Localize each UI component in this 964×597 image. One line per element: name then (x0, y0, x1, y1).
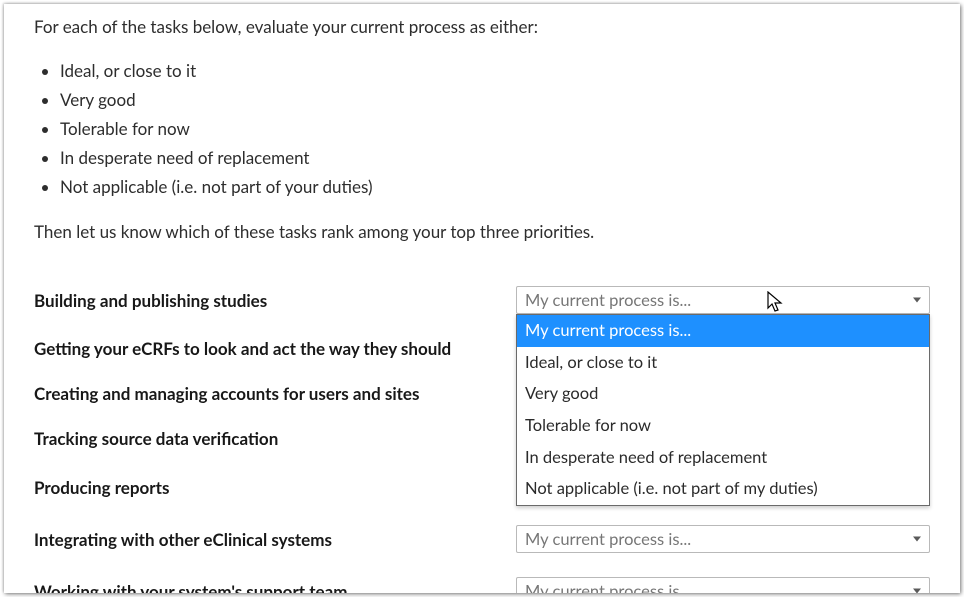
intro-text: For each of the tasks below, evaluate yo… (34, 16, 930, 39)
task-row: Working with your system's support team … (34, 577, 930, 593)
select-value: My current process is... (525, 290, 691, 310)
task-grid: Building and publishing studies My curre… (34, 286, 930, 593)
chevron-down-icon (913, 537, 921, 542)
list-item: Ideal, or close to it (60, 57, 930, 86)
list-item: Tolerable for now (60, 115, 930, 144)
task-row: Building and publishing studies My curre… (34, 286, 930, 314)
chevron-down-icon (913, 589, 921, 593)
task-label: Tracking source data verification (34, 428, 516, 449)
task-label: Producing reports (34, 477, 516, 498)
process-select-dropdown[interactable]: My current process is... Ideal, or close… (516, 314, 930, 505)
list-item: In desperate need of replacement (60, 144, 930, 173)
process-select[interactable]: My current process is... (516, 525, 930, 553)
select-value: My current process is... (525, 581, 691, 593)
dropdown-option[interactable]: In desperate need of replacement (517, 442, 929, 474)
dropdown-option[interactable]: Tolerable for now (517, 410, 929, 442)
chevron-down-icon (913, 298, 921, 303)
dropdown-option[interactable]: Ideal, or close to it (517, 347, 929, 379)
task-label: Getting your eCRFs to look and act the w… (34, 338, 516, 359)
task-label: Working with your system's support team (34, 581, 516, 593)
select-value: My current process is... (525, 529, 691, 549)
task-label: Creating and managing accounts for users… (34, 383, 516, 404)
task-label: Building and publishing studies (34, 290, 516, 311)
task-row: Integrating with other eClinical systems… (34, 525, 930, 553)
process-select[interactable]: My current process is... (516, 286, 930, 314)
dropdown-option[interactable]: Very good (517, 378, 929, 410)
list-item: Very good (60, 86, 930, 115)
task-label: Integrating with other eClinical systems (34, 529, 516, 550)
survey-page: For each of the tasks below, evaluate yo… (4, 4, 960, 593)
rating-options-list: Ideal, or close to it Very good Tolerabl… (60, 57, 930, 201)
followup-text: Then let us know which of these tasks ra… (34, 221, 930, 244)
dropdown-option[interactable]: My current process is... (517, 315, 929, 347)
process-select[interactable]: My current process is... (516, 577, 930, 593)
dropdown-option[interactable]: Not applicable (i.e. not part of my duti… (517, 473, 929, 505)
list-item: Not applicable (i.e. not part of your du… (60, 173, 930, 202)
